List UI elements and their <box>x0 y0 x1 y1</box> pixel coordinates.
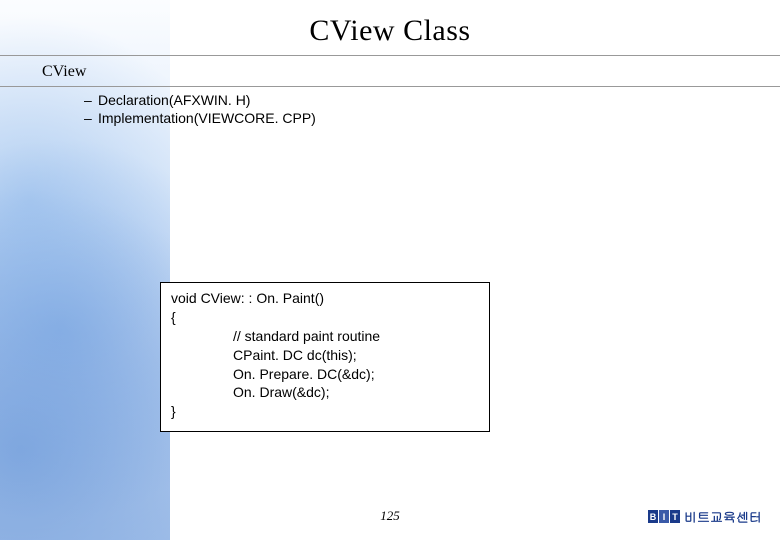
code-line: { <box>171 309 176 325</box>
bullet-text: Declaration(AFXWIN. H) <box>98 92 250 108</box>
code-line: CPaint. DC dc(this); <box>171 346 479 365</box>
logo-letter: I <box>659 510 669 523</box>
bullet-text: Implementation(VIEWCORE. CPP) <box>98 110 316 126</box>
brand-text: 비트교육센터 <box>684 507 762 526</box>
bullet-item: –Implementation(VIEWCORE. CPP) <box>84 110 316 126</box>
bullet-list: –Declaration(AFXWIN. H) –Implementation(… <box>84 92 316 128</box>
background-decoration <box>0 0 170 540</box>
code-block: void CView: : On. Paint() { // standard … <box>160 282 490 432</box>
logo-letter: T <box>670 510 680 523</box>
code-line: On. Draw(&dc); <box>171 383 479 402</box>
horizontal-rule-top <box>0 55 780 56</box>
code-line: On. Prepare. DC(&dc); <box>171 365 479 384</box>
code-line: // standard paint routine <box>171 327 479 346</box>
bullet-dash-icon: – <box>84 110 98 126</box>
footer-brand: B I T 비트교육센터 <box>648 507 762 526</box>
slide-title: CView Class <box>0 14 780 48</box>
logo-letter: B <box>648 510 658 523</box>
bullet-dash-icon: – <box>84 92 98 108</box>
code-line: void CView: : On. Paint() <box>171 290 324 306</box>
horizontal-rule-mid <box>0 86 780 87</box>
bullet-item: –Declaration(AFXWIN. H) <box>84 92 316 108</box>
code-line: } <box>171 403 176 419</box>
section-subtitle: CView <box>42 63 86 81</box>
brand-logo-icon: B I T <box>648 510 680 523</box>
